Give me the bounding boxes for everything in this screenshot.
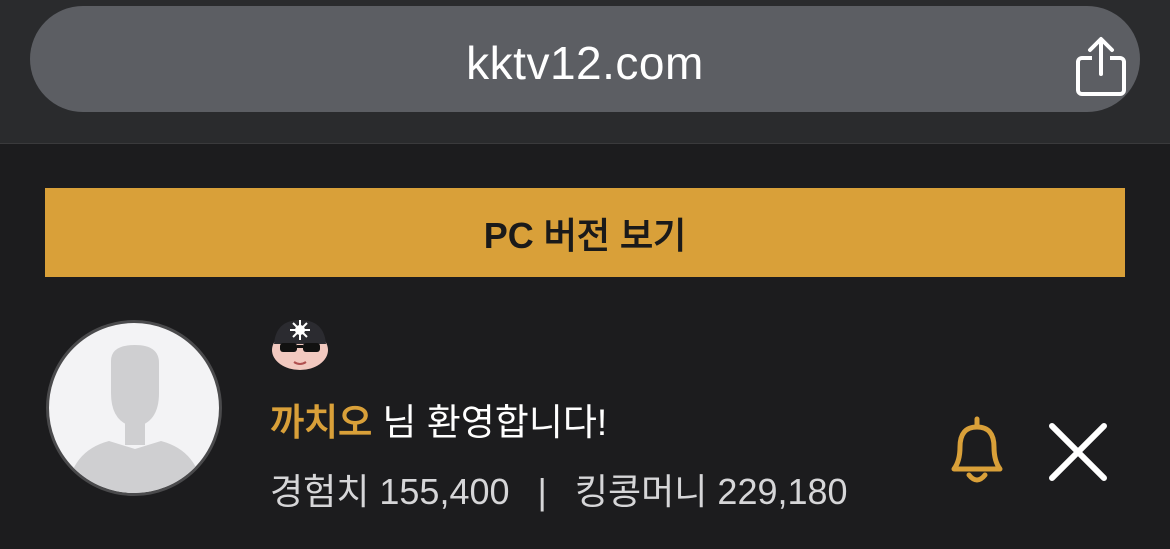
welcome-message: 까치오 님 환영합니다! (270, 392, 607, 446)
user-nickname[interactable]: 까치오 (270, 402, 372, 443)
sunglasses-character-badge-icon (268, 316, 332, 372)
money-label: 킹콩머니 (574, 471, 708, 512)
exp-value: 155,400 (379, 471, 510, 512)
pc-version-label: PC 버전 보기 (483, 214, 687, 256)
exp-label: 경험치 (270, 471, 370, 512)
share-icon[interactable] (1070, 34, 1132, 100)
close-icon[interactable] (1046, 420, 1110, 484)
money-value: 229,180 (717, 471, 848, 512)
url-field[interactable]: kktv12.com (30, 6, 1140, 112)
user-stats: 경험치 155,400 | 킹콩머니 229,180 (270, 463, 848, 515)
bell-icon[interactable] (940, 415, 1014, 489)
url-text: kktv12.com (466, 37, 704, 89)
stats-separator: | (537, 471, 547, 512)
welcome-suffix: 님 환영합니다! (372, 402, 608, 443)
pc-version-button[interactable]: PC 버전 보기 (45, 188, 1125, 277)
default-user-avatar-icon[interactable] (46, 320, 222, 496)
browser-address-bar: kktv12.com (0, 0, 1170, 144)
